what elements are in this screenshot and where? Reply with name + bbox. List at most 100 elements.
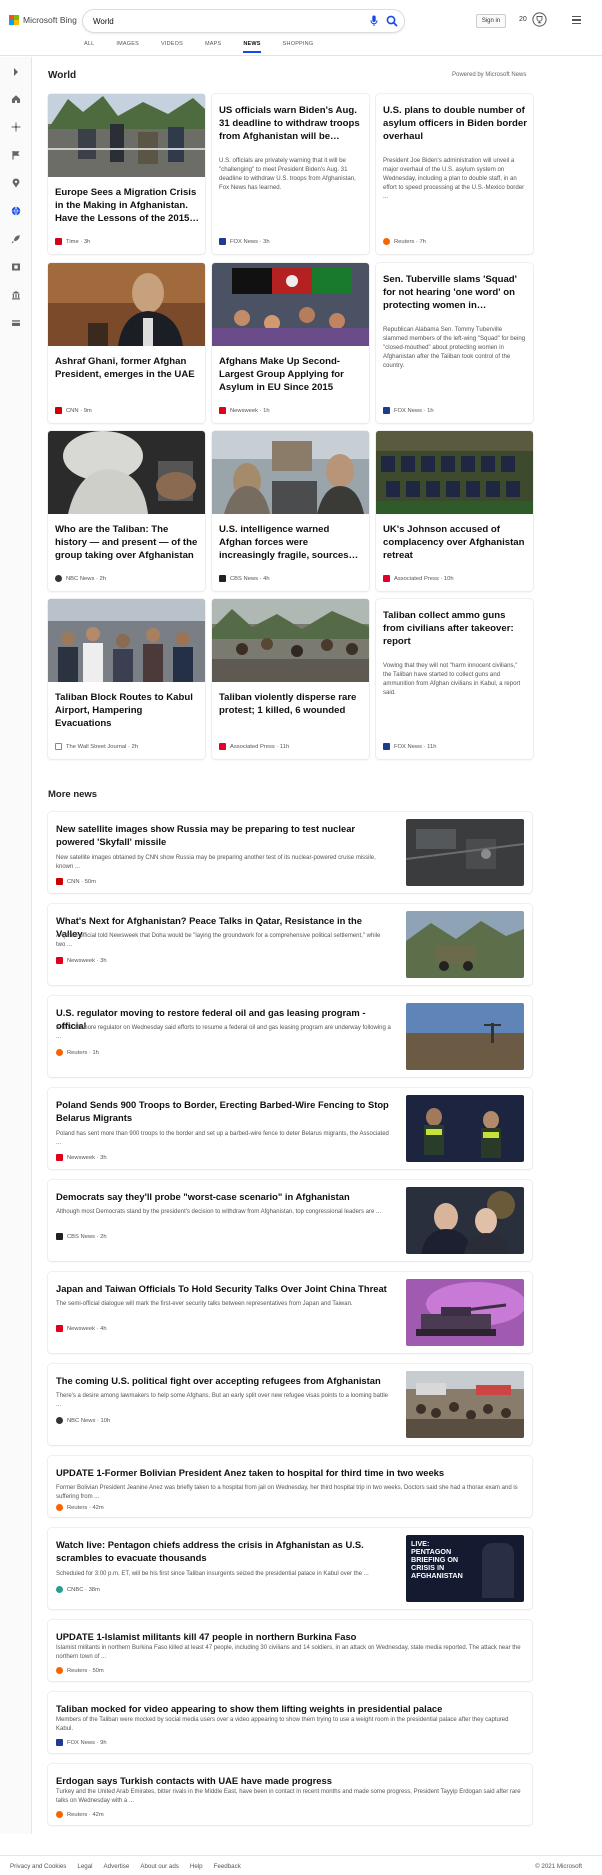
news-card-title[interactable]: US officials warn Biden's Aug. 31 deadli… <box>219 104 363 143</box>
news-card-title[interactable]: Taliban collect ammo guns from civilians… <box>383 609 527 648</box>
page-footer: Privacy and Cookies Legal Advertise Abou… <box>0 1855 602 1875</box>
search-input[interactable] <box>93 14 353 28</box>
tab-news[interactable]: NEWS <box>243 41 261 55</box>
hamburger-menu-icon[interactable] <box>572 16 581 24</box>
flag-icon[interactable] <box>11 150 21 160</box>
news-card-title[interactable]: Who are the Taliban: The history — and p… <box>55 523 199 562</box>
news-card-title[interactable]: Afghans Make Up Second-Largest Group App… <box>219 355 363 394</box>
news-card-title[interactable]: U.S. plans to double number of asylum of… <box>383 104 527 143</box>
news-card[interactable]: Ashraf Ghani, former Afghan President, e… <box>48 263 205 423</box>
powered-by-text[interactable]: Powered by Microsoft News <box>452 72 526 78</box>
rewards-count[interactable]: 20 <box>519 16 527 23</box>
news-item-thumbnail <box>406 1095 524 1162</box>
reuters-logo-icon <box>383 238 390 245</box>
news-item-title[interactable]: The coming U.S. political fight over acc… <box>56 1374 391 1387</box>
news-card[interactable]: Taliban collect ammo guns from civilians… <box>376 599 533 759</box>
news-item-source: Reuters · 42m <box>56 1811 104 1818</box>
news-card-title[interactable]: Taliban Block Routes to Kabul Airport, H… <box>55 691 199 730</box>
news-item-source: Reuters · 1h <box>56 1049 99 1056</box>
footer-link-feedback[interactable]: Feedback <box>214 1863 241 1870</box>
tab-maps[interactable]: MAPS <box>205 41 221 55</box>
news-item-title[interactable]: New satellite images show Russia may be … <box>56 822 391 848</box>
news-item-title[interactable]: Poland Sends 900 Troops to Border, Erect… <box>56 1098 391 1124</box>
news-card[interactable]: Who are the Taliban: The history — and p… <box>48 431 205 591</box>
footer-link-about-ads[interactable]: About our ads <box>140 1863 179 1870</box>
news-card-title[interactable]: Ashraf Ghani, former Afghan President, e… <box>55 355 199 381</box>
news-card[interactable]: Sen. Tuberville slams 'Squad' for not he… <box>376 263 533 423</box>
news-list-item[interactable]: U.S. regulator moving to restore federal… <box>48 996 532 1077</box>
news-item-source: NBC News · 10h <box>56 1417 110 1424</box>
news-list-item[interactable]: New satellite images show Russia may be … <box>48 812 532 893</box>
news-card-title[interactable]: Sen. Tuberville slams 'Squad' for not he… <box>383 273 527 312</box>
news-list-item[interactable]: UPDATE 1-Former Bolivian President Anez … <box>48 1456 532 1517</box>
news-list-item[interactable]: Democrats say they'll probe "worst-case … <box>48 1180 532 1261</box>
globe-icon[interactable] <box>11 206 21 216</box>
news-card-title[interactable]: Europe Sees a Migration Crisis in the Ma… <box>55 186 199 225</box>
footer-link-privacy[interactable]: Privacy and Cookies <box>10 1863 66 1870</box>
news-list-item[interactable]: Erdogan says Turkish contacts with UAE h… <box>48 1764 532 1825</box>
news-item-thumbnail <box>406 1003 524 1070</box>
news-card-source: The Wall Street Journal · 2h <box>55 743 138 750</box>
news-card[interactable]: Taliban Block Routes to Kabul Airport, H… <box>48 599 205 759</box>
news-card-title[interactable]: U.S. intelligence warned Afghan forces w… <box>219 523 363 562</box>
sign-in-button[interactable]: Sign in <box>476 14 506 28</box>
news-card-title[interactable]: UK's Johnson accused of complacency over… <box>383 523 527 562</box>
news-list-item[interactable]: UPDATE 1-Islamist militants kill 47 peop… <box>48 1620 532 1681</box>
footer-link-legal[interactable]: Legal <box>77 1863 92 1870</box>
news-item-title[interactable]: UPDATE 1-Former Bolivian President Anez … <box>56 1466 516 1479</box>
tab-shopping[interactable]: SHOPPING <box>283 41 314 55</box>
footer-link-advertise[interactable]: Advertise <box>104 1863 130 1870</box>
news-item-title[interactable]: Japan and Taiwan Officials To Hold Secur… <box>56 1282 391 1295</box>
news-list-item[interactable]: The coming U.S. political fight over acc… <box>48 1364 532 1445</box>
news-card[interactable]: Afghans Make Up Second-Largest Group App… <box>212 263 369 423</box>
home-icon[interactable] <box>11 94 21 104</box>
news-list-item[interactable]: Watch live: Pentagon chiefs address the … <box>48 1528 532 1609</box>
news-item-thumbnail <box>406 819 524 886</box>
news-card-description: President Joe Biden's administration wil… <box>383 157 525 200</box>
rewards-trophy-icon[interactable] <box>532 12 547 27</box>
news-item-title[interactable]: UPDATE 1-Islamist militants kill 47 peop… <box>56 1630 516 1643</box>
news-item-title[interactable]: Watch live: Pentagon chiefs address the … <box>56 1538 391 1564</box>
bing-logo[interactable]: Microsoft Bing <box>9 15 77 25</box>
microphone-icon[interactable] <box>370 15 378 27</box>
search-box[interactable] <box>83 10 404 32</box>
news-item-title[interactable]: Democrats say they'll probe "worst-case … <box>56 1190 391 1203</box>
news-item-title[interactable]: Taliban mocked for video appearing to sh… <box>56 1702 516 1715</box>
reuters-logo-icon <box>56 1049 63 1056</box>
news-list-item[interactable]: Taliban mocked for video appearing to sh… <box>48 1692 532 1753</box>
news-card-image <box>48 599 205 682</box>
news-item-description: Although most Democrats stand by the pre… <box>56 1209 381 1215</box>
news-list-item[interactable]: What's Next for Afghanistan? Peace Talks… <box>48 904 532 985</box>
news-item-description: Members of the Taliban were mocked by so… <box>56 1717 509 1732</box>
news-card-title[interactable]: Taliban violently disperse rare protest;… <box>219 691 363 717</box>
rocket-icon[interactable] <box>11 234 21 244</box>
location-icon[interactable] <box>11 178 21 188</box>
news-card[interactable]: U.S. intelligence warned Afghan forces w… <box>212 431 369 591</box>
footer-link-help[interactable]: Help <box>190 1863 203 1870</box>
tab-all[interactable]: ALL <box>84 41 94 55</box>
news-card[interactable]: UK's Johnson accused of complacency over… <box>376 431 533 591</box>
bank-icon[interactable] <box>11 290 21 300</box>
star-icon[interactable] <box>11 122 21 132</box>
search-icon[interactable] <box>386 15 398 27</box>
tab-images[interactable]: IMAGES <box>116 41 139 55</box>
news-card-description: U.S. officials are privately warning tha… <box>219 157 356 191</box>
news-card[interactable]: U.S. plans to double number of asylum of… <box>376 94 533 254</box>
news-item-source: Newsweek · 3h <box>56 1154 107 1161</box>
news-card[interactable]: Europe Sees a Migration Crisis in the Ma… <box>48 94 205 254</box>
news-card-source: FOX News · 1h <box>383 407 434 414</box>
credit-card-icon[interactable] <box>11 318 21 328</box>
news-card[interactable]: US officials warn Biden's Aug. 31 deadli… <box>212 94 369 254</box>
page-title: World <box>48 70 77 81</box>
news-item-title[interactable]: Erdogan says Turkish contacts with UAE h… <box>56 1774 516 1787</box>
tab-videos[interactable]: VIDEOS <box>161 41 183 55</box>
news-list-item[interactable]: Japan and Taiwan Officials To Hold Secur… <box>48 1272 532 1353</box>
newsweek-logo-icon <box>56 1154 63 1161</box>
chevron-right-icon[interactable] <box>11 67 21 77</box>
news-list-item[interactable]: Poland Sends 900 Troops to Border, Erect… <box>48 1088 532 1169</box>
news-item-description: Poland has sent more than 900 troops to … <box>56 1131 389 1146</box>
film-icon[interactable] <box>11 262 21 272</box>
reuters-logo-icon <box>56 1504 63 1511</box>
news-card[interactable]: Taliban violently disperse rare protest;… <box>212 599 369 759</box>
news-item-thumbnail <box>406 1187 524 1254</box>
